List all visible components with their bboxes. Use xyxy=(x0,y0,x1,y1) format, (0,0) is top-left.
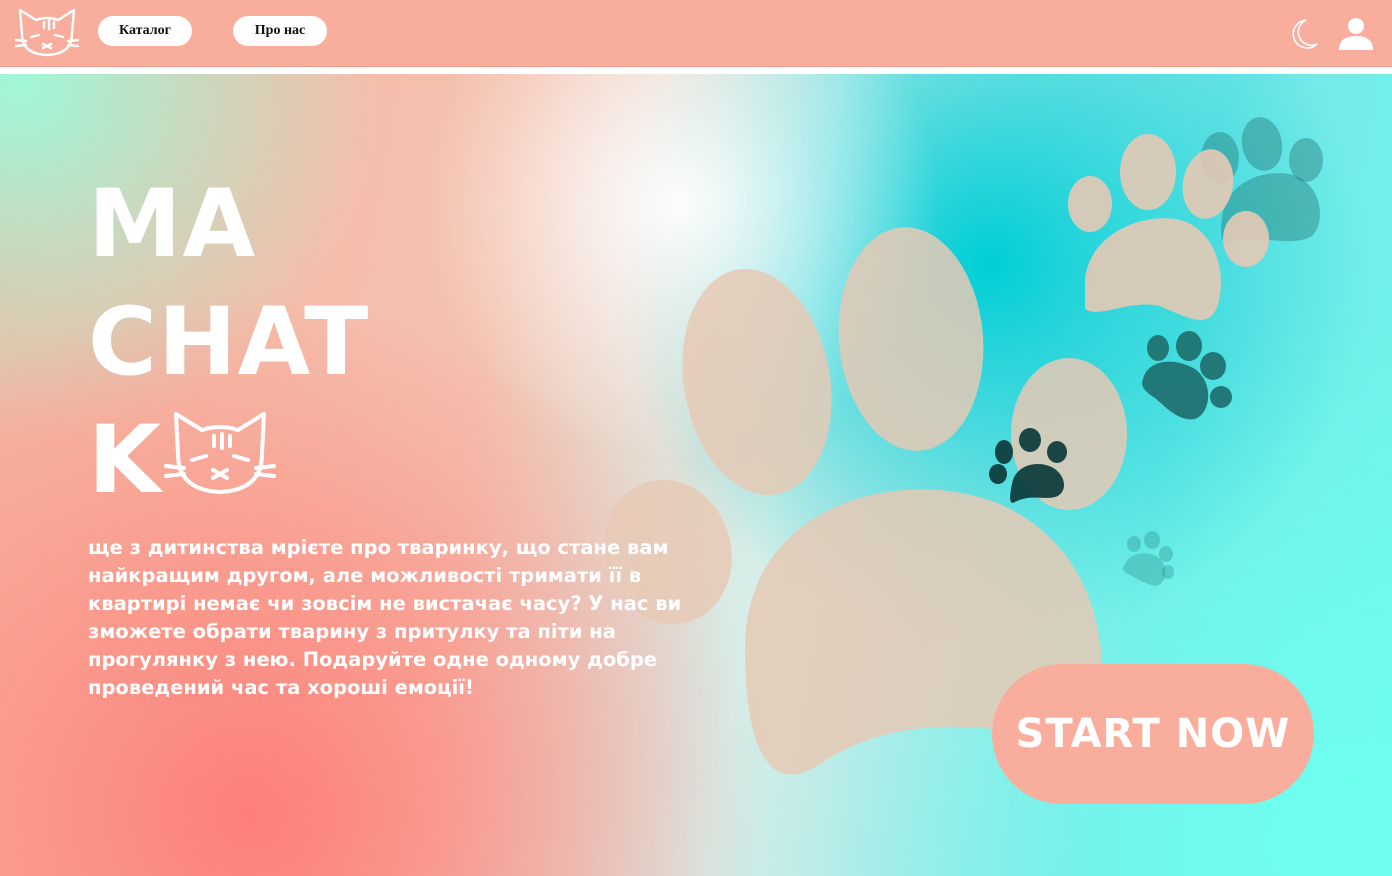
small-paw-beige xyxy=(1068,134,1269,320)
small-paw-faint xyxy=(1123,531,1174,586)
hero-title: MA CHAT K xyxy=(88,166,369,520)
hero-title-line-1: MA xyxy=(88,170,257,279)
nav-catalog-button[interactable]: Каталог xyxy=(98,16,192,46)
hero-title-line-3-text: K xyxy=(88,406,162,515)
user-icon[interactable] xyxy=(1336,14,1376,54)
hero-description: ще з дитинства мрієте про тваринку, що с… xyxy=(88,536,682,699)
cat-face-icon[interactable] xyxy=(14,4,80,60)
small-paw-teal-2 xyxy=(1142,331,1232,420)
cat-face-icon xyxy=(163,412,276,494)
hero-title-line-3: K xyxy=(88,402,369,520)
start-now-button[interactable]: START NOW xyxy=(992,664,1314,804)
top-navbar: Каталог Про нас xyxy=(0,0,1392,67)
moon-icon[interactable] xyxy=(1286,16,1320,52)
nav-about-button[interactable]: Про нас xyxy=(233,16,327,46)
hero-title-line-2: CHAT xyxy=(88,288,370,397)
hero-section: MA CHAT K ще з дитинства мрієте про твар… xyxy=(0,74,1392,876)
